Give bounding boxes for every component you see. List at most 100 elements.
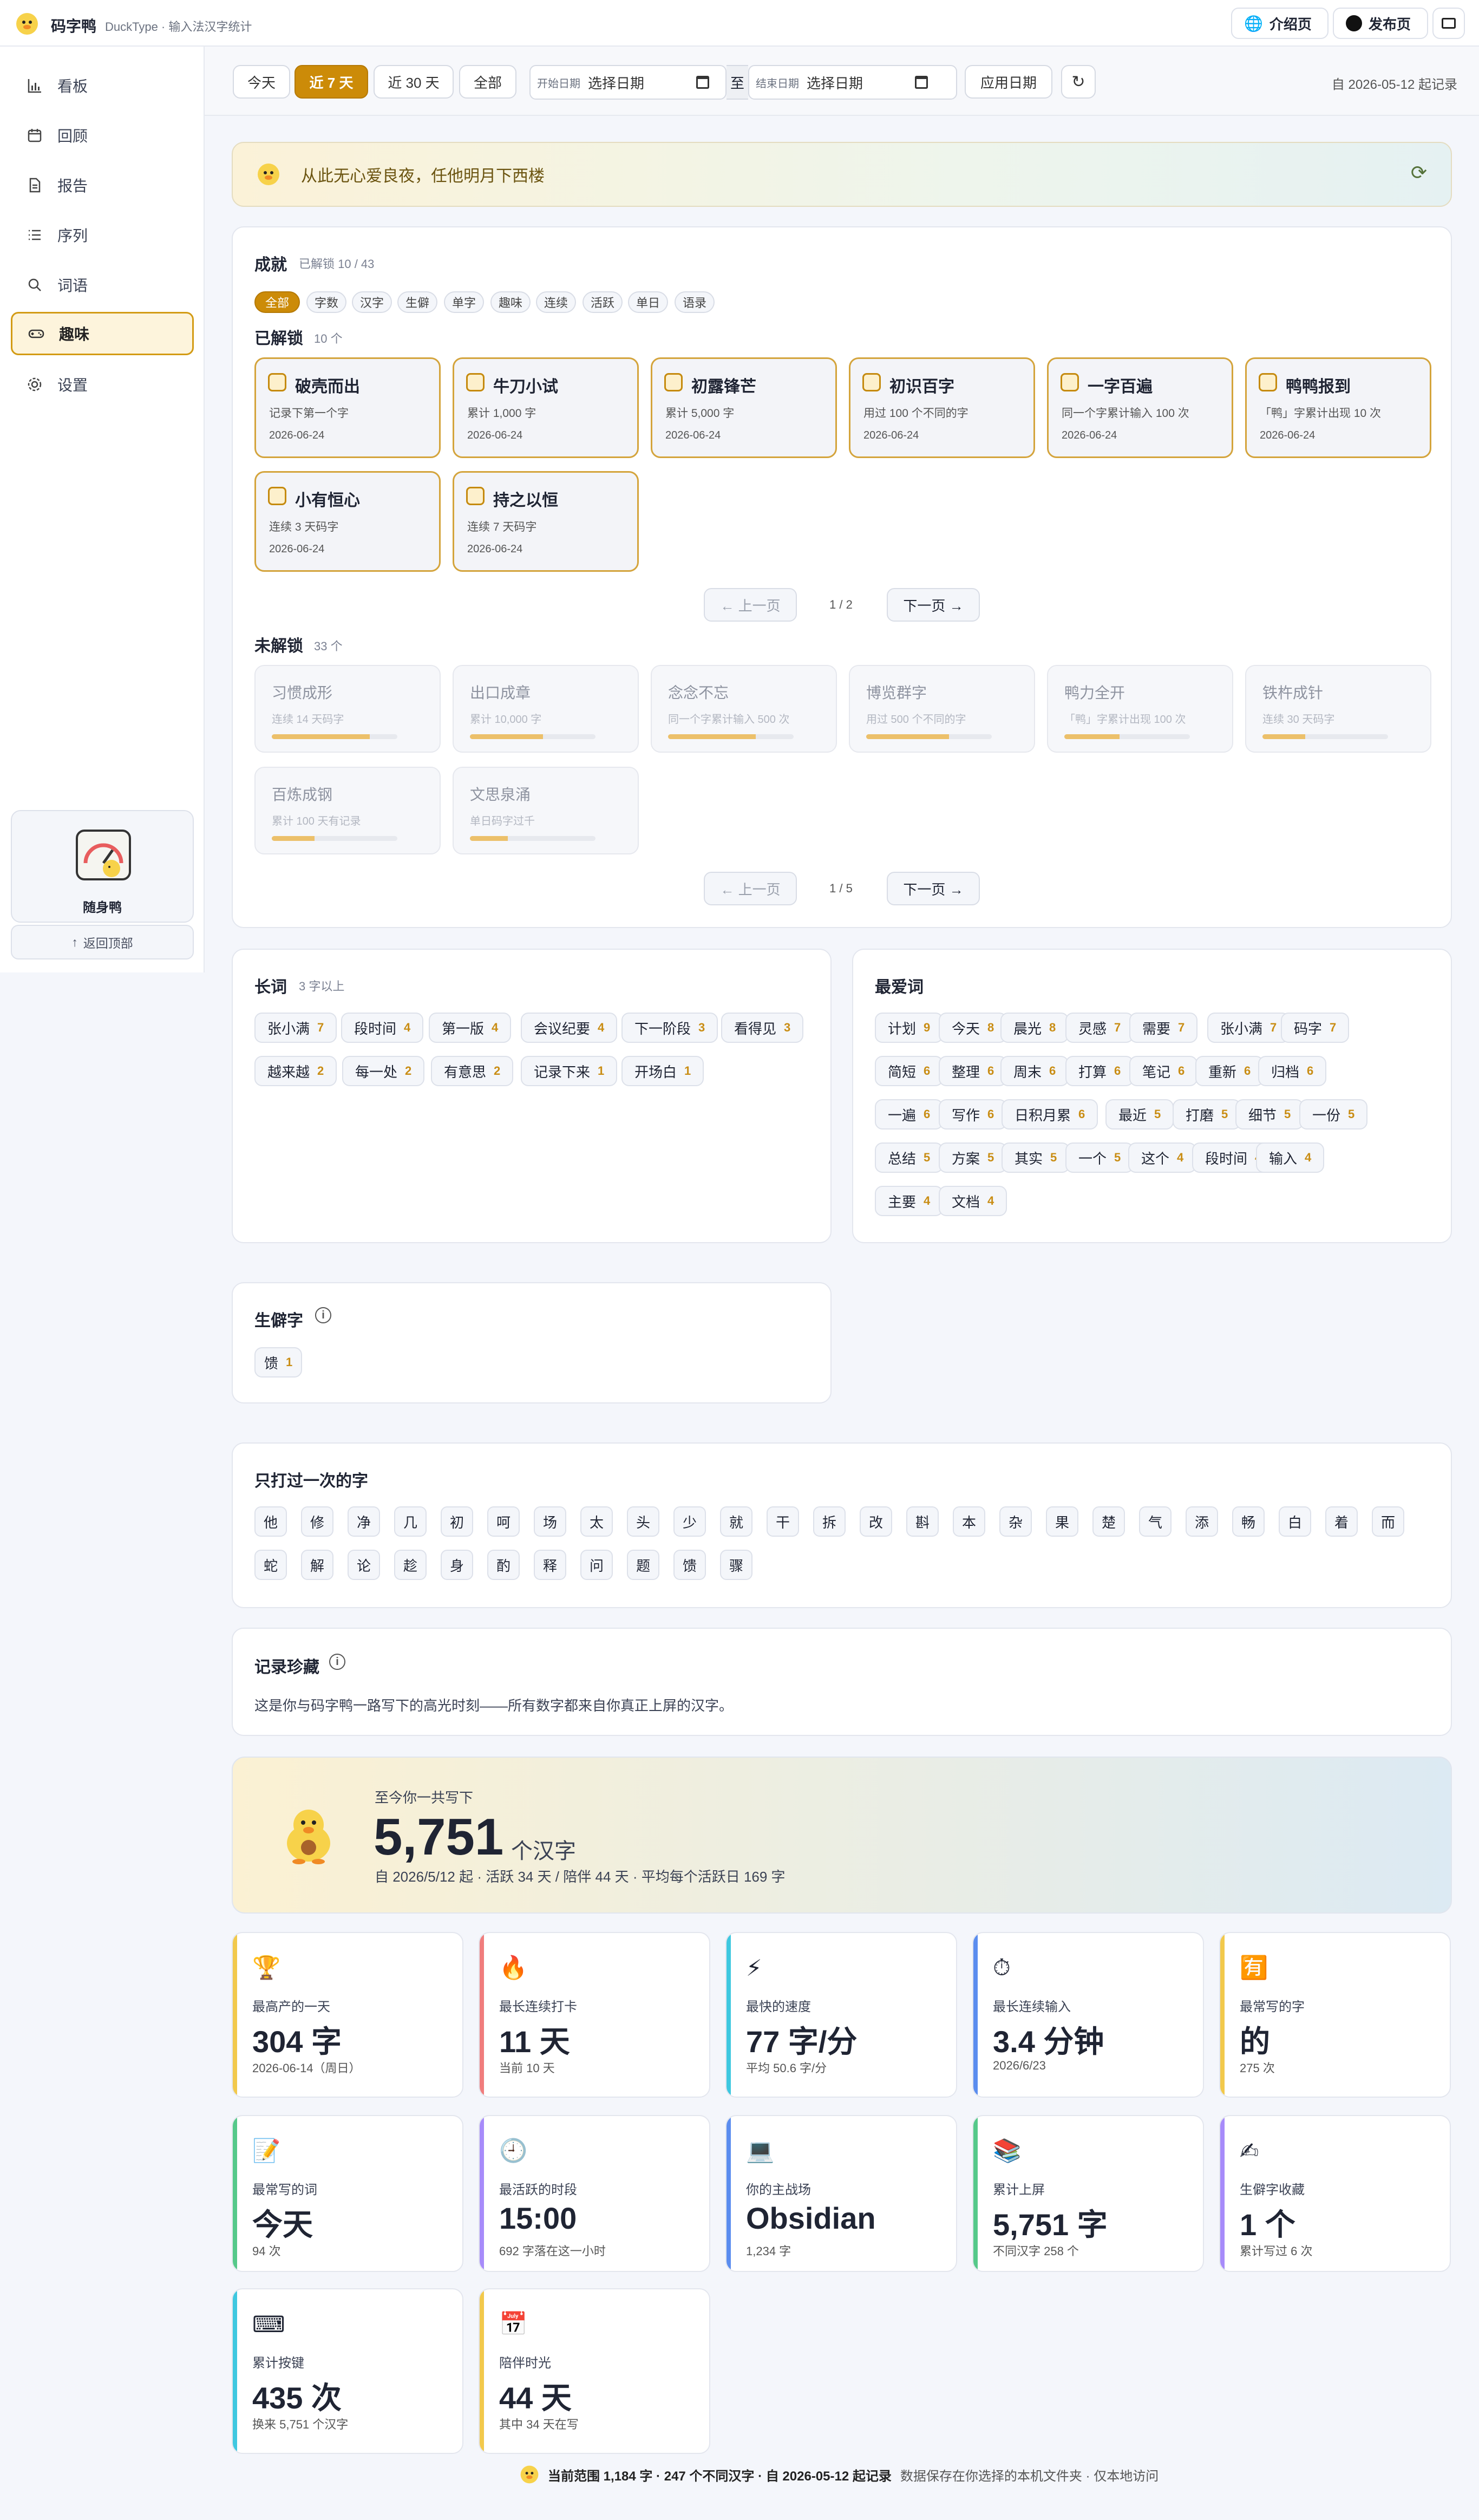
- char-chip[interactable]: 头: [627, 1506, 659, 1537]
- info-icon[interactable]: i: [329, 1654, 345, 1670]
- duck-companion-card[interactable]: 随身鸭: [11, 810, 194, 923]
- end-date-field[interactable]: 结束日期 选择日期: [748, 65, 957, 100]
- achievement-card[interactable]: 初露锋芒 累计 5,000 字 2026-06-24: [651, 357, 837, 458]
- char-chip[interactable]: 着: [1325, 1506, 1358, 1537]
- char-chip[interactable]: 畅: [1232, 1506, 1265, 1537]
- char-chip[interactable]: 题: [627, 1550, 659, 1580]
- char-chip[interactable]: 馈: [673, 1550, 706, 1580]
- word-chip[interactable]: 笔记 6: [1129, 1056, 1198, 1086]
- locked-prev-button[interactable]: ← 上一页: [704, 872, 797, 905]
- locked-achievement-card[interactable]: 鸭力全开 「鸭」字累计出现 100 次: [1047, 665, 1233, 753]
- achievement-card[interactable]: 鸭鸭报到 「鸭」字累计出现 10 次 2026-06-24: [1245, 357, 1431, 458]
- sidebar-item-board[interactable]: 看板: [11, 64, 194, 107]
- char-chip[interactable]: 趁: [394, 1550, 427, 1580]
- char-chip[interactable]: 斟: [906, 1506, 939, 1537]
- word-chip[interactable]: 这个 4: [1128, 1143, 1197, 1173]
- char-chip[interactable]: 杂: [999, 1506, 1032, 1537]
- char-chip[interactable]: 楚: [1092, 1506, 1125, 1537]
- word-chip[interactable]: 打磨 5: [1173, 1099, 1241, 1130]
- word-chip[interactable]: 每一处 2: [342, 1056, 425, 1086]
- word-chip[interactable]: 写作 6: [939, 1099, 1007, 1130]
- word-chip[interactable]: 段时间 4: [341, 1013, 424, 1043]
- locked-next-button[interactable]: 下一页 →: [887, 872, 980, 905]
- char-chip[interactable]: 果: [1046, 1506, 1078, 1537]
- char-chip[interactable]: 酌: [487, 1550, 520, 1580]
- char-chip[interactable]: 气: [1139, 1506, 1172, 1537]
- word-chip[interactable]: 打算 6: [1065, 1056, 1134, 1086]
- achievement-tag[interactable]: 字数: [306, 291, 346, 313]
- back-to-top-button[interactable]: ↑ 返回顶部: [11, 925, 194, 959]
- word-chip[interactable]: 一份 5: [1299, 1099, 1368, 1130]
- char-chip[interactable]: 太: [580, 1506, 613, 1537]
- release-button[interactable]: 发布页: [1333, 8, 1428, 39]
- word-chip[interactable]: 周末 6: [1000, 1056, 1069, 1086]
- sidebar-item-words[interactable]: 词语: [11, 263, 194, 306]
- char-chip[interactable]: 就: [720, 1506, 752, 1537]
- achievement-card[interactable]: 破壳而出 记录下第一个字 2026-06-24: [254, 357, 441, 458]
- word-chip[interactable]: 细节 5: [1235, 1099, 1304, 1130]
- char-chip[interactable]: 场: [534, 1506, 566, 1537]
- sidebar-item-review[interactable]: 回顾: [11, 114, 194, 157]
- sidebar-item-fun[interactable]: 趣味: [11, 312, 194, 355]
- filter-all-button[interactable]: 全部: [459, 65, 516, 99]
- char-chip[interactable]: 拆: [813, 1506, 846, 1537]
- char-chip[interactable]: 解: [301, 1550, 333, 1580]
- start-date-field[interactable]: 开始日期 选择日期: [529, 65, 727, 100]
- char-chip[interactable]: 白: [1279, 1506, 1311, 1537]
- word-chip[interactable]: 记录下来 1: [521, 1056, 618, 1086]
- refresh-quote-button[interactable]: ⟳: [1411, 161, 1427, 184]
- word-chip[interactable]: 方案 5: [939, 1143, 1007, 1173]
- word-chip[interactable]: 一遍 6: [875, 1099, 944, 1130]
- locked-achievement-card[interactable]: 习惯成形 连续 14 天码字: [254, 665, 441, 753]
- sidebar-item-sequence[interactable]: 序列: [11, 213, 194, 257]
- word-chip[interactable]: 有意思 2: [431, 1056, 514, 1086]
- achievement-card[interactable]: 牛刀小试 累计 1,000 字 2026-06-24: [453, 357, 639, 458]
- char-chip[interactable]: 添: [1186, 1506, 1218, 1537]
- char-chip[interactable]: 释: [534, 1550, 566, 1580]
- word-chip[interactable]: 灵感 7: [1065, 1013, 1134, 1043]
- word-chip[interactable]: 下一阶段 3: [621, 1013, 718, 1043]
- unlocked-next-button[interactable]: 下一页 →: [887, 588, 980, 622]
- word-chip[interactable]: 重新 6: [1195, 1056, 1264, 1086]
- achievement-tag[interactable]: 生僻: [397, 291, 437, 313]
- achievement-tag[interactable]: 语录: [675, 291, 715, 313]
- char-chip[interactable]: 呵: [487, 1506, 520, 1537]
- word-chip[interactable]: 主要 4: [875, 1186, 944, 1216]
- locked-achievement-card[interactable]: 百炼成钢 累计 100 天有记录: [254, 767, 441, 854]
- locked-achievement-card[interactable]: 铁杵成针 连续 30 天码字: [1245, 665, 1431, 753]
- char-chip[interactable]: 修: [301, 1506, 333, 1537]
- filter-30days-button[interactable]: 近 30 天: [374, 65, 454, 99]
- char-chip[interactable]: 本: [953, 1506, 985, 1537]
- filter-7days-button[interactable]: 近 7 天: [295, 65, 368, 99]
- word-chip[interactable]: 整理 6: [939, 1056, 1007, 1086]
- word-chip[interactable]: 总结 5: [875, 1143, 944, 1173]
- word-chip[interactable]: 归档 6: [1258, 1056, 1327, 1086]
- char-chip[interactable]: 他: [254, 1506, 287, 1537]
- char-chip[interactable]: 初: [441, 1506, 473, 1537]
- char-chip[interactable]: 少: [673, 1506, 706, 1537]
- word-chip[interactable]: 其实 5: [1002, 1143, 1070, 1173]
- achievement-tag[interactable]: 单日: [628, 291, 668, 313]
- char-chip[interactable]: 几: [394, 1506, 427, 1537]
- achievement-tag[interactable]: 趣味: [490, 291, 531, 313]
- word-chip[interactable]: 需要 7: [1129, 1013, 1198, 1043]
- rare-char-chip[interactable]: 馈1: [254, 1347, 303, 1377]
- word-chip[interactable]: 文档 4: [939, 1186, 1007, 1216]
- achievement-card[interactable]: 初识百字 用过 100 个不同的字 2026-06-24: [849, 357, 1035, 458]
- achievement-card[interactable]: 一字百遍 同一个字累计输入 100 次 2026-06-24: [1047, 357, 1233, 458]
- char-chip[interactable]: 骤: [720, 1550, 752, 1580]
- intro-button[interactable]: 🌐 介绍页: [1231, 8, 1329, 39]
- char-chip[interactable]: 净: [348, 1506, 380, 1537]
- char-chip[interactable]: 论: [348, 1550, 380, 1580]
- achievement-tag[interactable]: 汉字: [352, 291, 392, 313]
- display-button[interactable]: [1432, 8, 1465, 39]
- word-chip[interactable]: 最近 5: [1105, 1099, 1174, 1130]
- achievement-tag[interactable]: 全部: [254, 291, 300, 313]
- word-chip[interactable]: 张小满 7: [1207, 1013, 1290, 1043]
- word-chip[interactable]: 计划 9: [875, 1013, 944, 1043]
- achievement-tag[interactable]: 活跃: [583, 291, 623, 313]
- word-chip[interactable]: 看得见 3: [721, 1013, 804, 1043]
- word-chip[interactable]: 日积月累 6: [1002, 1099, 1098, 1130]
- word-chip[interactable]: 第一版 4: [429, 1013, 512, 1043]
- word-chip[interactable]: 越来越 2: [254, 1056, 337, 1086]
